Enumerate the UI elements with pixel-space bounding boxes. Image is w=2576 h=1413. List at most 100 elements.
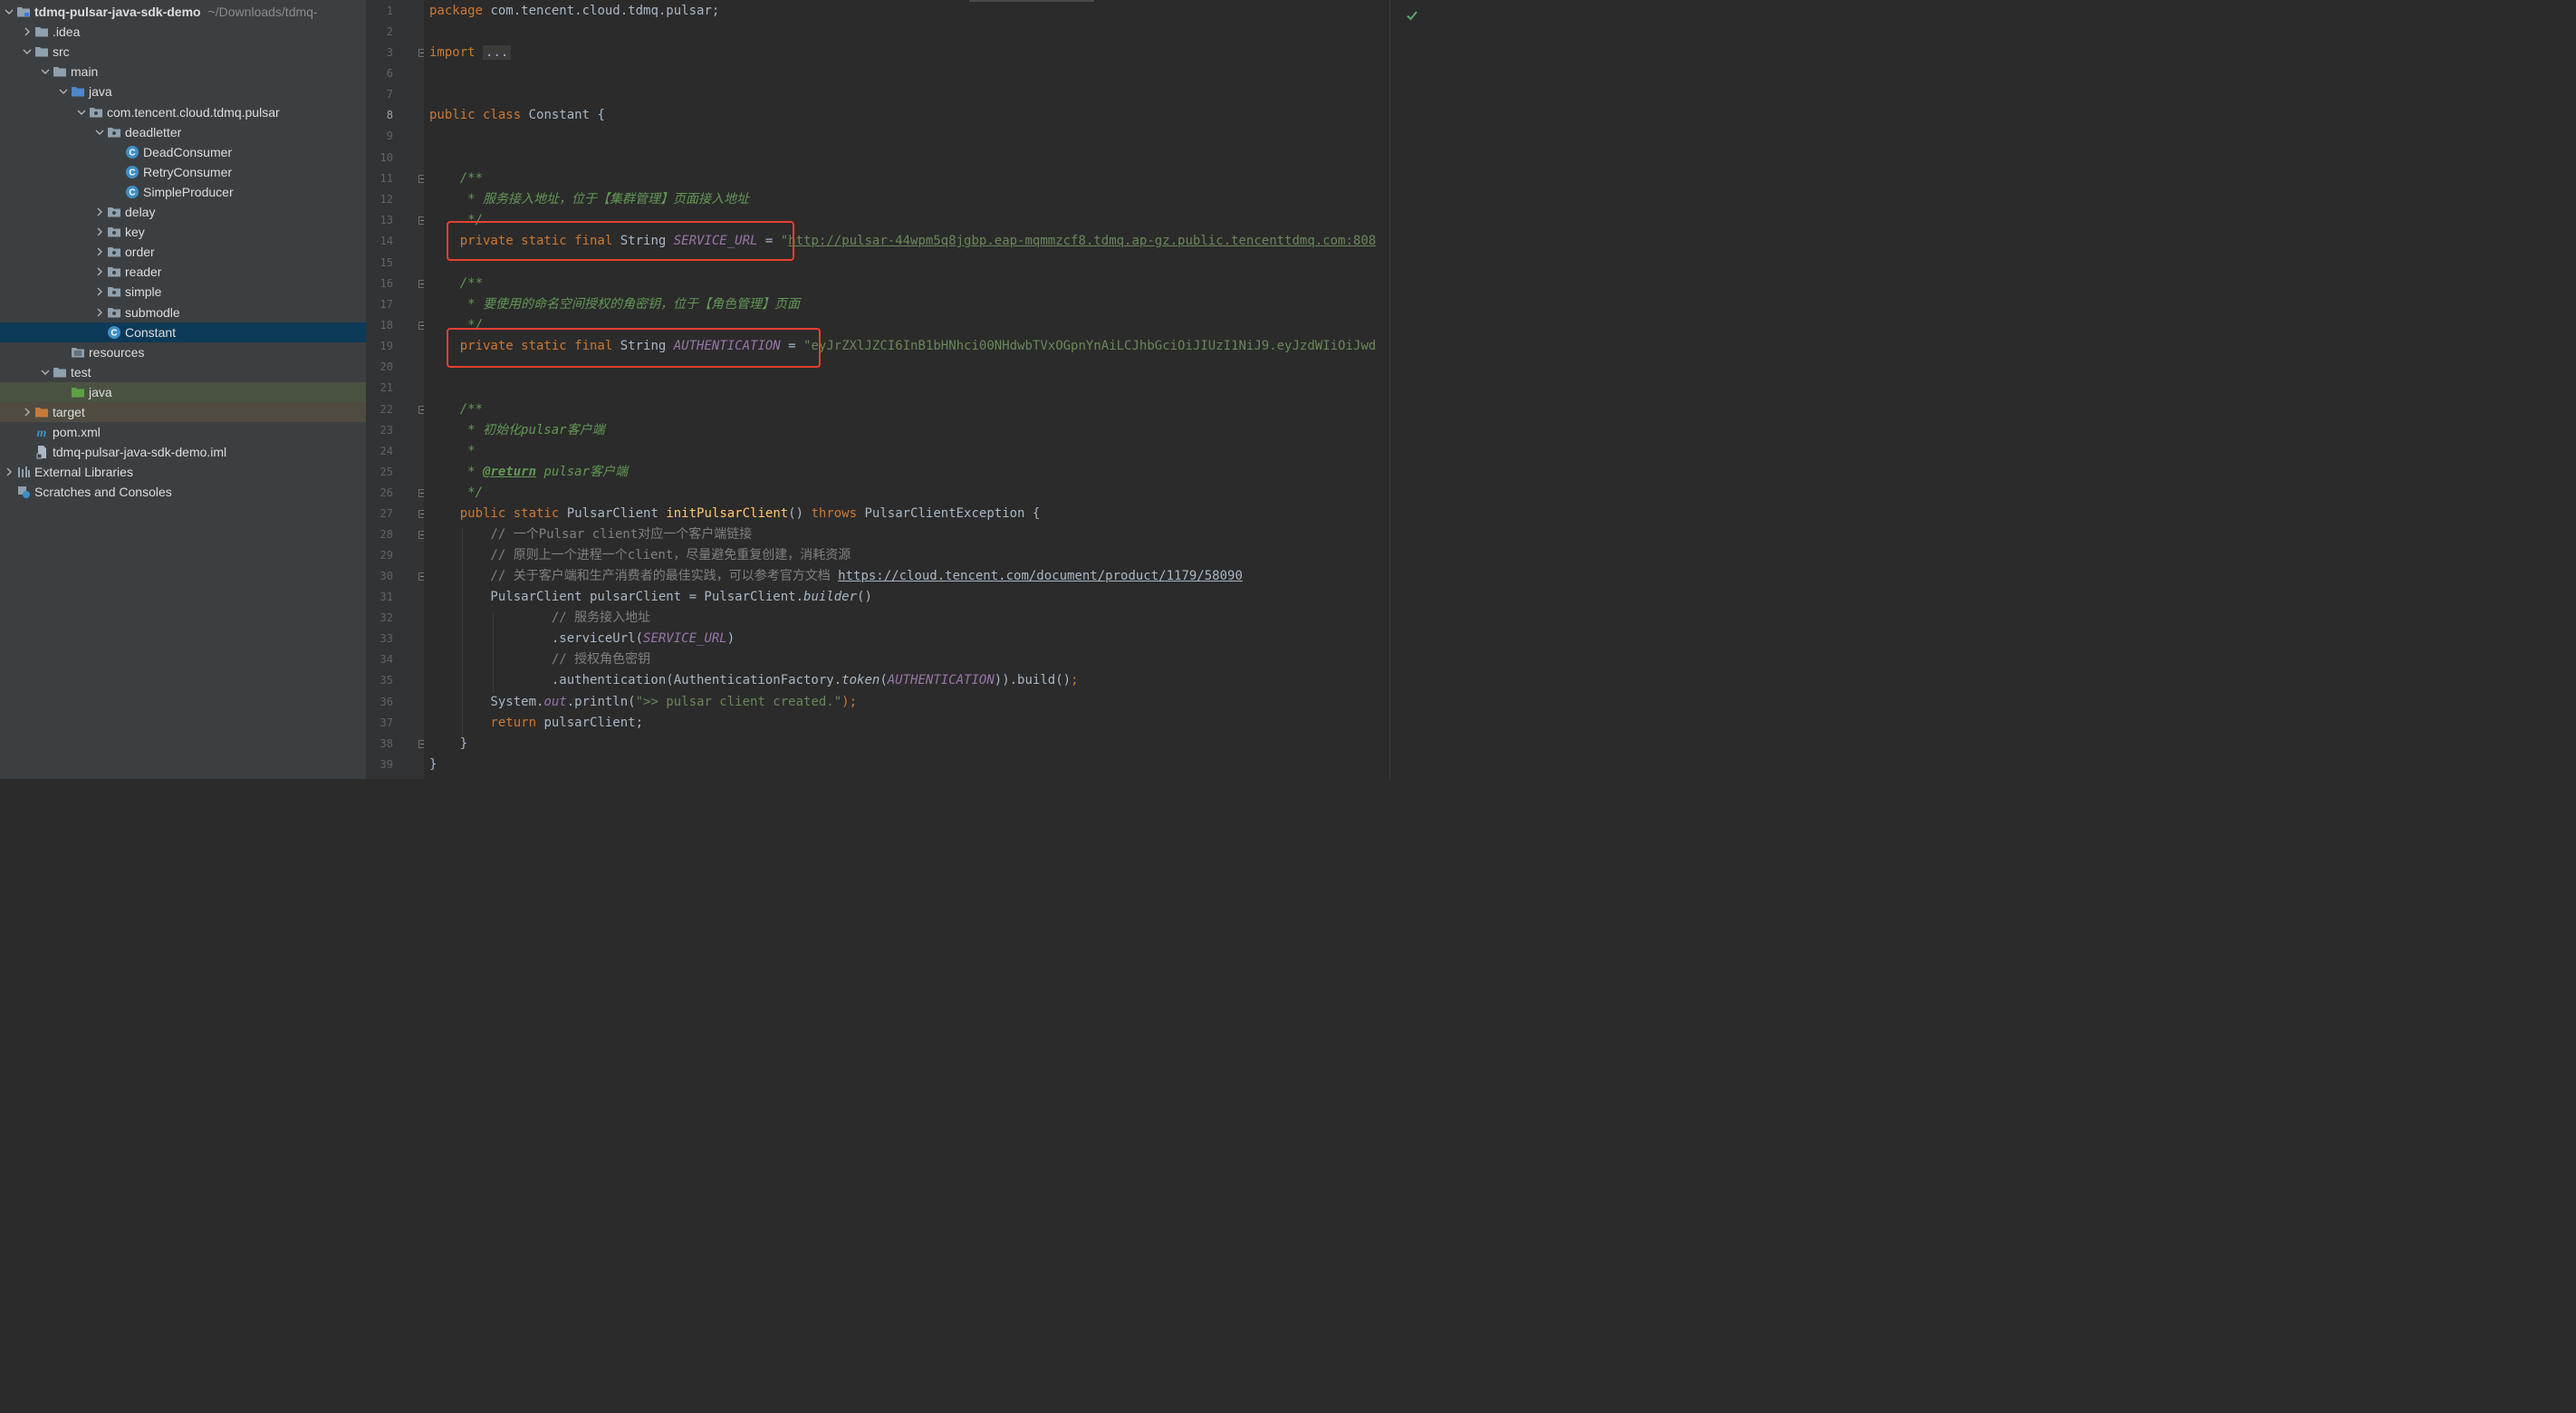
line-number[interactable]: 10 [368, 148, 393, 168]
line-number[interactable]: 16 [368, 274, 393, 294]
chevron-down-icon[interactable] [38, 365, 53, 380]
line-number[interactable]: 23 [368, 420, 393, 441]
code-line-38[interactable]: } [429, 734, 467, 755]
code-line-34[interactable]: // 授权角色密钥 [429, 649, 650, 670]
line-number[interactable]: 8 [368, 105, 393, 126]
code-line-1[interactable]: package com.tencent.cloud.tdmq.pulsar; [429, 1, 719, 22]
inspection-ok-check-icon[interactable] [1406, 9, 1418, 22]
tree-item-simple[interactable]: simple [0, 282, 366, 302]
line-number[interactable]: 20 [368, 357, 393, 378]
line-number[interactable]: 14 [368, 231, 393, 252]
chevron-right-icon[interactable] [92, 305, 107, 320]
line-number[interactable]: 24 [368, 441, 393, 462]
chevron-down-icon[interactable] [38, 64, 53, 79]
tree-item-delay[interactable]: delay [0, 202, 366, 222]
code-line-8[interactable]: public class Constant { [429, 105, 605, 126]
code-line-23[interactable]: * 初始化pulsar客户端 [429, 420, 604, 441]
chevron-down-icon[interactable] [92, 125, 107, 139]
tree-item-order[interactable]: order [0, 242, 366, 262]
line-number[interactable]: 13 [368, 210, 393, 231]
line-number[interactable]: 35 [368, 670, 393, 691]
tree-item-reader[interactable]: reader [0, 262, 366, 282]
tree-item-key[interactable]: key [0, 222, 366, 242]
chevron-right-icon[interactable] [92, 225, 107, 239]
line-number[interactable]: 18 [368, 315, 393, 336]
tree-item-main[interactable]: main [0, 62, 366, 82]
tree-item-constant[interactable]: C Constant [0, 322, 366, 342]
tree-item-scratches-and-consoles[interactable]: Scratches and Consoles [0, 482, 366, 502]
tree-item-idea[interactable]: .idea [0, 22, 366, 42]
line-number[interactable]: 30 [368, 566, 393, 587]
line-number[interactable]: 36 [368, 692, 393, 713]
code-line-27[interactable]: public static PulsarClient initPulsarCli… [429, 504, 1041, 524]
line-number[interactable]: 17 [368, 294, 393, 315]
chevron-down-icon[interactable] [20, 44, 34, 59]
line-number[interactable]: 39 [368, 755, 393, 775]
line-number[interactable]: 12 [368, 189, 393, 210]
chevron-right-icon[interactable] [92, 245, 107, 259]
collapsed-imports[interactable]: ... [483, 45, 512, 60]
chevron-right-icon[interactable] [92, 205, 107, 219]
tree-item-deadletter[interactable]: deadletter [0, 122, 366, 142]
tree-item-retryconsumer[interactable]: C RetryConsumer [0, 162, 366, 182]
chevron-right-icon[interactable] [92, 284, 107, 299]
tree-item-tdmq-pulsar-java-sdk-demo-iml[interactable]: tdmq-pulsar-java-sdk-demo.iml [0, 442, 366, 462]
tree-item-pom-xml[interactable]: m pom.xml [0, 422, 366, 442]
code-line-28[interactable]: // 一个Pulsar client对应一个客户端链接 [429, 524, 752, 545]
code-line-37[interactable]: return pulsarClient; [429, 713, 643, 734]
code-line-16[interactable]: /** [429, 274, 483, 294]
chevron-right-icon[interactable] [20, 24, 34, 39]
code-line-35[interactable]: .authentication(AuthenticationFactory.to… [429, 670, 1079, 691]
chevron-right-icon[interactable] [20, 405, 34, 419]
tree-item-resources[interactable]: resources [0, 342, 366, 362]
line-number[interactable]: 2 [368, 22, 393, 43]
tree-item-test[interactable]: test [0, 362, 366, 382]
line-number[interactable]: 38 [368, 734, 393, 755]
line-number[interactable]: 7 [368, 84, 393, 105]
line-number[interactable]: 19 [368, 336, 393, 357]
line-number[interactable]: 34 [368, 649, 393, 670]
chevron-right-icon[interactable] [2, 465, 16, 479]
tree-item-target[interactable]: target [0, 402, 366, 422]
chevron-down-icon[interactable] [2, 5, 16, 19]
line-number[interactable]: 15 [368, 253, 393, 274]
chevron-right-icon[interactable] [92, 264, 107, 279]
code-line-30[interactable]: // 关于客户端和生产消费者的最佳实践，可以参考官方文档 https://clo… [429, 566, 1243, 587]
code-line-32[interactable]: // 服务接入地址 [429, 608, 650, 629]
line-number[interactable]: 31 [368, 587, 393, 608]
code-line-39[interactable]: } [429, 755, 437, 775]
code-line-17[interactable]: * 要使用的命名空间授权的角密钥，位于【角色管理】页面 [429, 294, 800, 315]
code-line-33[interactable]: .serviceUrl(SERVICE_URL) [429, 629, 735, 649]
code-line-36[interactable]: System.out.println(">> pulsar client cre… [429, 692, 857, 713]
code-line-26[interactable]: */ [429, 483, 483, 504]
docs-url-link[interactable]: https://cloud.tencent.com/document/produ… [838, 569, 1243, 583]
code-line-25[interactable]: * @return pulsar客户端 [429, 462, 628, 483]
line-number[interactable]: 28 [368, 524, 393, 545]
line-number[interactable]: 37 [368, 713, 393, 734]
code-editor[interactable]: package com.tencent.cloud.tdmq.pulsar; i… [424, 0, 1389, 779]
line-number[interactable]: 33 [368, 629, 393, 649]
line-number[interactable]: 11 [368, 168, 393, 189]
code-line-24[interactable]: * [429, 441, 475, 462]
tree-item-java[interactable]: java [0, 82, 366, 101]
tree-item-src[interactable]: src [0, 42, 366, 62]
line-number[interactable]: 9 [368, 126, 393, 147]
line-number[interactable]: 25 [368, 462, 393, 483]
tree-item-java[interactable]: java [0, 381, 366, 402]
line-number[interactable]: 3 [368, 43, 393, 63]
chevron-down-icon[interactable] [74, 105, 89, 120]
line-number[interactable]: 27 [368, 504, 393, 524]
line-number[interactable]: 6 [368, 63, 393, 84]
code-line-31[interactable]: PulsarClient pulsarClient = PulsarClient… [429, 587, 871, 608]
line-number[interactable]: 32 [368, 608, 393, 629]
line-number[interactable]: 26 [368, 483, 393, 504]
tree-item-simpleproducer[interactable]: C SimpleProducer [0, 182, 366, 202]
code-line-22[interactable]: /** [429, 399, 483, 420]
line-number[interactable]: 22 [368, 399, 393, 420]
code-line-29[interactable]: // 原则上一个进程一个client，尽量避免重复创建，消耗资源 [429, 545, 851, 566]
tree-item-com-tencent-cloud-tdmq-pulsar[interactable]: com.tencent.cloud.tdmq.pulsar [0, 102, 366, 122]
tree-item-tdmq-pulsar-java-sdk-demo[interactable]: tdmq-pulsar-java-sdk-demo ~/Downloads/tdm… [0, 2, 366, 22]
tree-item-external-libraries[interactable]: External Libraries [0, 462, 366, 482]
code-line-12[interactable]: * 服务接入地址，位于【集群管理】页面接入地址 [429, 189, 749, 210]
code-line-11[interactable]: /** [429, 168, 483, 189]
